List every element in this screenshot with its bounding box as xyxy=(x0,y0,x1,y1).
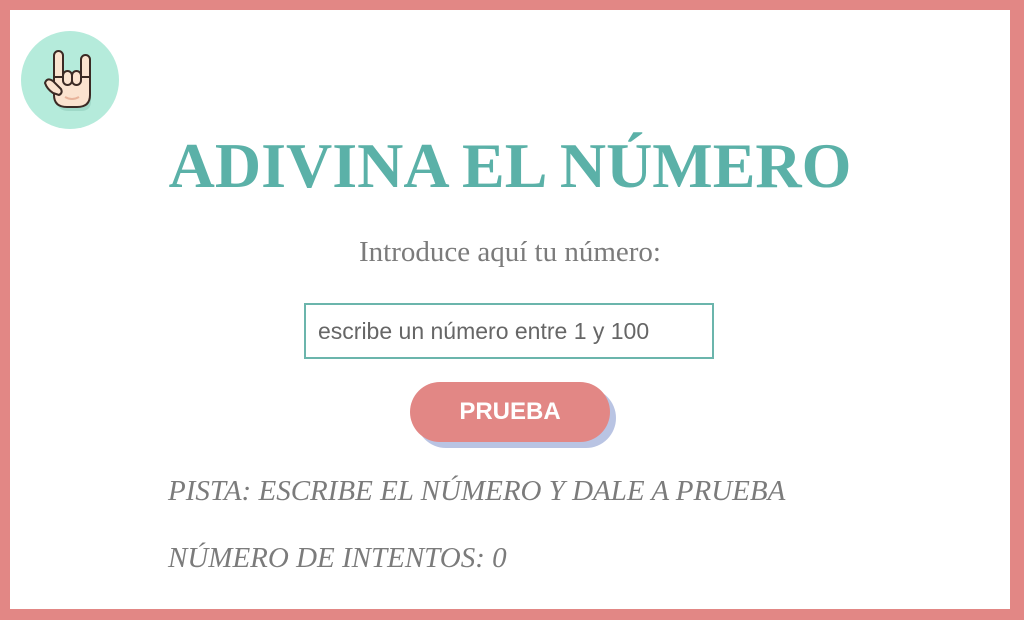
number-input[interactable] xyxy=(304,303,714,359)
hint-message: ESCRIBE EL NÚMERO Y DALE A PRUEBA xyxy=(258,475,786,507)
attempts-count: 0 xyxy=(492,542,507,574)
game-panel: ADIVINA EL NÚMERO Introduce aquí tu núme… xyxy=(10,10,1010,609)
rock-hand-icon xyxy=(43,50,91,111)
try-button[interactable]: PRUEBA xyxy=(410,382,610,442)
attempts-counter: NÚMERO DE INTENTOS: 0 xyxy=(168,542,507,574)
input-prompt-label: Introduce aquí tu número: xyxy=(359,236,661,268)
page-title: ADIVINA EL NÚMERO xyxy=(168,130,852,201)
hint-label: PISTA: xyxy=(168,475,252,507)
attempts-label: NÚMERO DE INTENTOS: xyxy=(168,542,485,574)
hint-text: PISTA: ESCRIBE EL NÚMERO Y DALE A PRUEBA xyxy=(168,475,785,507)
logo xyxy=(21,31,119,129)
